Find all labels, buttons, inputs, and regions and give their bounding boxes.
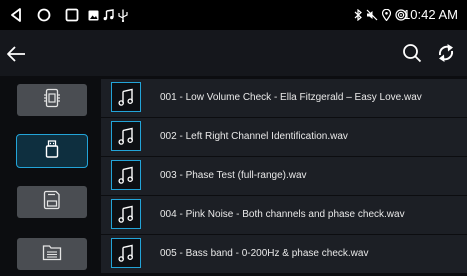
location-icon bbox=[380, 0, 392, 30]
image-icon bbox=[86, 0, 100, 30]
search-icon[interactable] bbox=[401, 42, 423, 64]
music-file-icon bbox=[111, 121, 141, 151]
sidebar-item-sd-card[interactable] bbox=[17, 84, 87, 116]
list-item[interactable]: 003 - Phase Test (full-range).wav bbox=[101, 157, 467, 195]
file-name: 003 - Phase Test (full-range).wav bbox=[160, 170, 307, 181]
status-bar: 10:42 AM bbox=[0, 0, 467, 30]
sd-card-icon bbox=[43, 88, 61, 113]
usb-icon bbox=[116, 0, 130, 30]
file-name: 005 - Bass band - 0-200Hz & phase check.… bbox=[160, 248, 369, 259]
file-name: 004 - Pink Noise - Both channels and pha… bbox=[160, 209, 405, 220]
home-circle-icon[interactable] bbox=[34, 0, 54, 30]
recents-square-icon[interactable] bbox=[62, 0, 82, 30]
source-sidebar bbox=[0, 76, 101, 276]
list-item[interactable]: 004 - Pink Noise - Both channels and pha… bbox=[101, 196, 467, 234]
music-file-icon bbox=[111, 82, 141, 112]
music-note-icon bbox=[101, 0, 115, 30]
bluetooth-icon bbox=[352, 0, 364, 30]
folder-list-icon bbox=[42, 243, 62, 266]
sidebar-item-storage[interactable] bbox=[17, 186, 87, 218]
music-file-icon bbox=[111, 160, 141, 190]
back-triangle-icon[interactable] bbox=[6, 0, 26, 30]
music-file-icon bbox=[111, 199, 141, 229]
status-time: 10:42 AM bbox=[403, 7, 458, 22]
sidebar-item-file-browser[interactable] bbox=[17, 238, 87, 270]
usb-drive-icon bbox=[44, 139, 60, 163]
file-name: 001 - Low Volume Check - Ella Fitzgerald… bbox=[160, 92, 422, 103]
storage-icon bbox=[43, 190, 61, 215]
list-item[interactable]: 002 - Left Right Channel Identification.… bbox=[101, 118, 467, 156]
list-item[interactable]: 005 - Bass band - 0-200Hz & phase check.… bbox=[101, 235, 467, 273]
music-file-icon bbox=[111, 238, 141, 268]
list-item[interactable]: 001 - Low Volume Check - Ella Fitzgerald… bbox=[101, 79, 467, 117]
sidebar-item-usb[interactable] bbox=[16, 134, 88, 168]
file-list: 001 - Low Volume Check - Ella Fitzgerald… bbox=[101, 76, 467, 276]
arrow-left-icon[interactable] bbox=[4, 42, 28, 66]
mute-icon bbox=[365, 0, 379, 30]
refresh-icon[interactable] bbox=[435, 41, 457, 65]
toolbar bbox=[0, 30, 467, 76]
file-name: 002 - Left Right Channel Identification.… bbox=[160, 131, 348, 142]
